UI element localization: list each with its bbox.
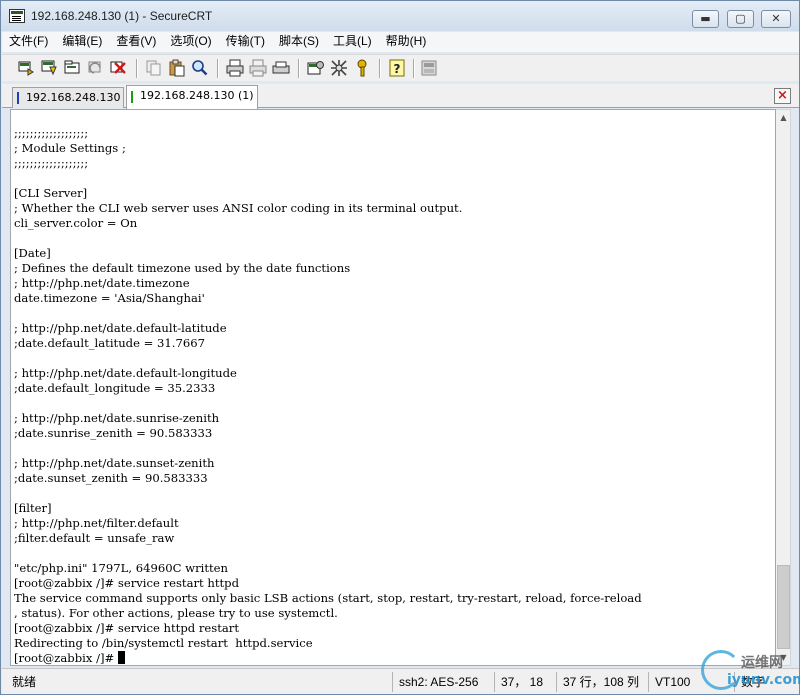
securecrt-window: 192.168.248.130 (1) - SecureCRT ▬ ▢ ✕ 文件… <box>0 0 800 695</box>
terminal-line: ;date.default_latitude = 31.7667 <box>14 336 205 350</box>
menu-options[interactable]: 选项(O) <box>163 32 218 52</box>
terminal-line: [filter] <box>14 501 52 515</box>
menu-edit[interactable]: 编辑(E) <box>55 32 109 52</box>
terminal-line: ;date.default_longitude = 35.2333 <box>14 381 216 395</box>
watermark-top-text: 运维网 <box>741 655 783 671</box>
terminal-line: ; http://php.net/filter.default <box>14 516 179 530</box>
session-options-icon[interactable] <box>307 59 325 77</box>
terminal-line: [CLI Server] <box>14 186 88 200</box>
terminal-line: [Date] <box>14 246 51 260</box>
terminal-line: , status). For other actions, please try… <box>14 606 338 620</box>
reconnect-icon[interactable] <box>87 59 105 77</box>
terminal-line: [root@zabbix /]# service restart httpd <box>14 576 239 590</box>
terminal-pane[interactable]: ;;;;;;;;;;;;;;;;;;;; Module Settings ;;;… <box>10 109 776 666</box>
site-watermark: 运维网 iyunv.com <box>697 646 800 695</box>
tab-session-2[interactable]: 192.168.248.130 (1) <box>126 85 258 109</box>
keymap-icon[interactable] <box>353 59 371 77</box>
terminal-line: ;date.sunrise_zenith = 90.583333 <box>14 426 213 440</box>
session-status-marker <box>17 92 19 104</box>
tab-label: 192.168.248.130 (1) <box>140 89 254 102</box>
status-cursor-position: 37， 18 <box>494 672 543 692</box>
connect-in-tab-icon[interactable] <box>64 59 82 77</box>
terminal-line: ; Module Settings ; <box>14 141 126 155</box>
terminal-line: ; http://php.net/date.sunset-zenith <box>14 456 215 470</box>
status-terminal-type: VT100 <box>648 672 690 692</box>
terminal-output: ;;;;;;;;;;;;;;;;;;;; Module Settings ;;;… <box>14 126 642 665</box>
connect-icon[interactable] <box>18 59 36 77</box>
terminal-line: ; http://php.net/date.sunrise-zenith <box>14 411 220 425</box>
print-selection-icon[interactable] <box>249 59 267 77</box>
session-status-marker <box>131 91 133 103</box>
terminal-line: [root@zabbix /]# service httpd restart <box>14 621 239 635</box>
terminal-line: ; http://php.net/date.default-latitude <box>14 321 227 335</box>
maximize-icon: ▢ <box>735 12 746 25</box>
scroll-up-icon[interactable]: ▲ <box>776 110 791 125</box>
terminal-line: ; http://php.net/date.timezone <box>14 276 190 290</box>
menu-script[interactable]: 脚本(S) <box>272 32 326 52</box>
terminal-line: ;date.sunset_zenith = 90.583333 <box>14 471 208 485</box>
title-bar: 192.168.248.130 (1) - SecureCRT ▬ ▢ ✕ <box>1 1 799 31</box>
terminal-line: ; Whether the CLI web server uses ANSI c… <box>14 201 463 215</box>
maximize-button[interactable]: ▢ <box>727 10 754 28</box>
status-cipher: ssh2: AES-256 <box>392 672 478 692</box>
quick-connect-icon[interactable] <box>41 59 59 77</box>
terminal-line: cli_server.color = On <box>14 216 138 230</box>
sftp-icon[interactable] <box>420 59 438 77</box>
securecrt-app-icon[interactable] <box>9 9 25 23</box>
menu-view[interactable]: 查看(V) <box>109 32 163 52</box>
terminal-line: date.timezone = 'Asia/Shanghai' <box>14 291 205 305</box>
scroll-thumb[interactable] <box>777 565 790 649</box>
paste-icon[interactable] <box>168 59 186 77</box>
terminal-line: ; http://php.net/date.default-longitude <box>14 366 237 380</box>
terminal-line: The service command supports only basic … <box>14 591 642 605</box>
printer-setup-icon[interactable] <box>272 59 290 77</box>
disconnect-icon[interactable] <box>110 59 128 77</box>
status-bar: 就绪 ssh2: AES-256 37， 18 37 行，108 列 VT100… <box>2 668 799 694</box>
svg-text:?: ? <box>394 62 401 76</box>
terminal-line: Redirecting to /bin/systemctl restart ht… <box>14 636 313 650</box>
terminal-line: ;;;;;;;;;;;;;;;;;;; <box>14 126 89 140</box>
copy-icon[interactable] <box>145 59 163 77</box>
menu-transfer[interactable]: 传输(T) <box>219 32 272 52</box>
status-terminal-size: 37 行，108 列 <box>556 672 639 692</box>
menu-help[interactable]: 帮助(H) <box>379 32 434 52</box>
terminal-line: ;filter.default = unsafe_raw <box>14 531 175 545</box>
terminal-line: ;;;;;;;;;;;;;;;;;;; <box>14 156 89 170</box>
terminal-line: [root@zabbix /]# <box>14 651 118 665</box>
tab-session-1[interactable]: 192.168.248.130 <box>12 87 124 108</box>
session-tab-strip: 192.168.248.130 192.168.248.130 (1) × <box>2 84 799 109</box>
print-icon[interactable] <box>226 59 244 77</box>
help-icon[interactable]: ? <box>388 59 406 77</box>
window-title: 192.168.248.130 (1) - SecureCRT <box>31 9 213 23</box>
close-icon: ✕ <box>771 12 781 25</box>
terminal-cursor <box>117 651 125 664</box>
terminal-line: ; Defines the default timezone used by t… <box>14 261 351 275</box>
terminal-line: "etc/php.ini" 1797L, 64960C written <box>14 561 228 575</box>
toolbar: ? <box>2 54 799 81</box>
menu-file[interactable]: 文件(F) <box>2 32 55 52</box>
terminal-scrollbar[interactable]: ▲ ▼ <box>776 109 791 666</box>
tab-label: 192.168.248.130 <box>26 91 121 104</box>
menu-tools[interactable]: 工具(L) <box>326 32 379 52</box>
find-icon[interactable] <box>191 59 209 77</box>
global-options-icon[interactable] <box>330 59 348 77</box>
minimize-icon: ▬ <box>700 12 711 25</box>
status-ready: 就绪 <box>12 675 37 689</box>
watermark-bottom-text: iyunv.com <box>727 672 800 688</box>
close-tab-button[interactable]: × <box>774 88 791 104</box>
menu-bar: 文件(F) 编辑(E) 查看(V) 选项(O) 传输(T) 脚本(S) 工具(L… <box>2 32 799 52</box>
minimize-button[interactable]: ▬ <box>692 10 719 28</box>
close-button[interactable]: ✕ <box>761 10 791 28</box>
